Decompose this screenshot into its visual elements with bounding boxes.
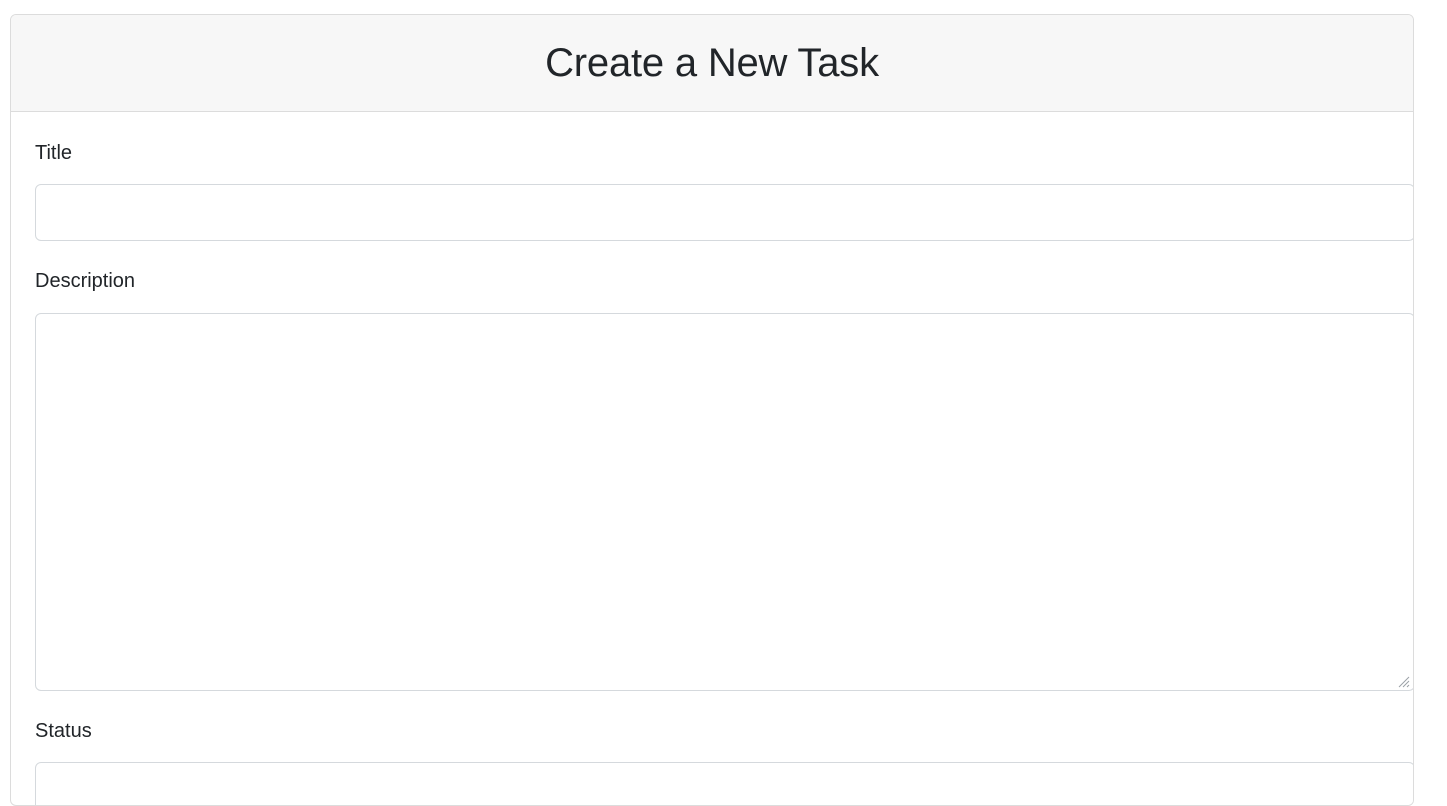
status-label: Status: [35, 720, 92, 742]
status-select[interactable]: [35, 762, 1413, 805]
resize-grip-icon[interactable]: [1396, 674, 1410, 688]
card-header: Create a New Task: [11, 15, 1413, 112]
description-textarea[interactable]: [35, 313, 1413, 691]
create-task-card: Create a New Task Title Description Stat…: [10, 14, 1414, 806]
description-label: Description: [35, 270, 136, 292]
page-title: Create a New Task: [545, 40, 879, 85]
title-input[interactable]: [35, 184, 1413, 241]
title-label: Title: [35, 142, 73, 164]
